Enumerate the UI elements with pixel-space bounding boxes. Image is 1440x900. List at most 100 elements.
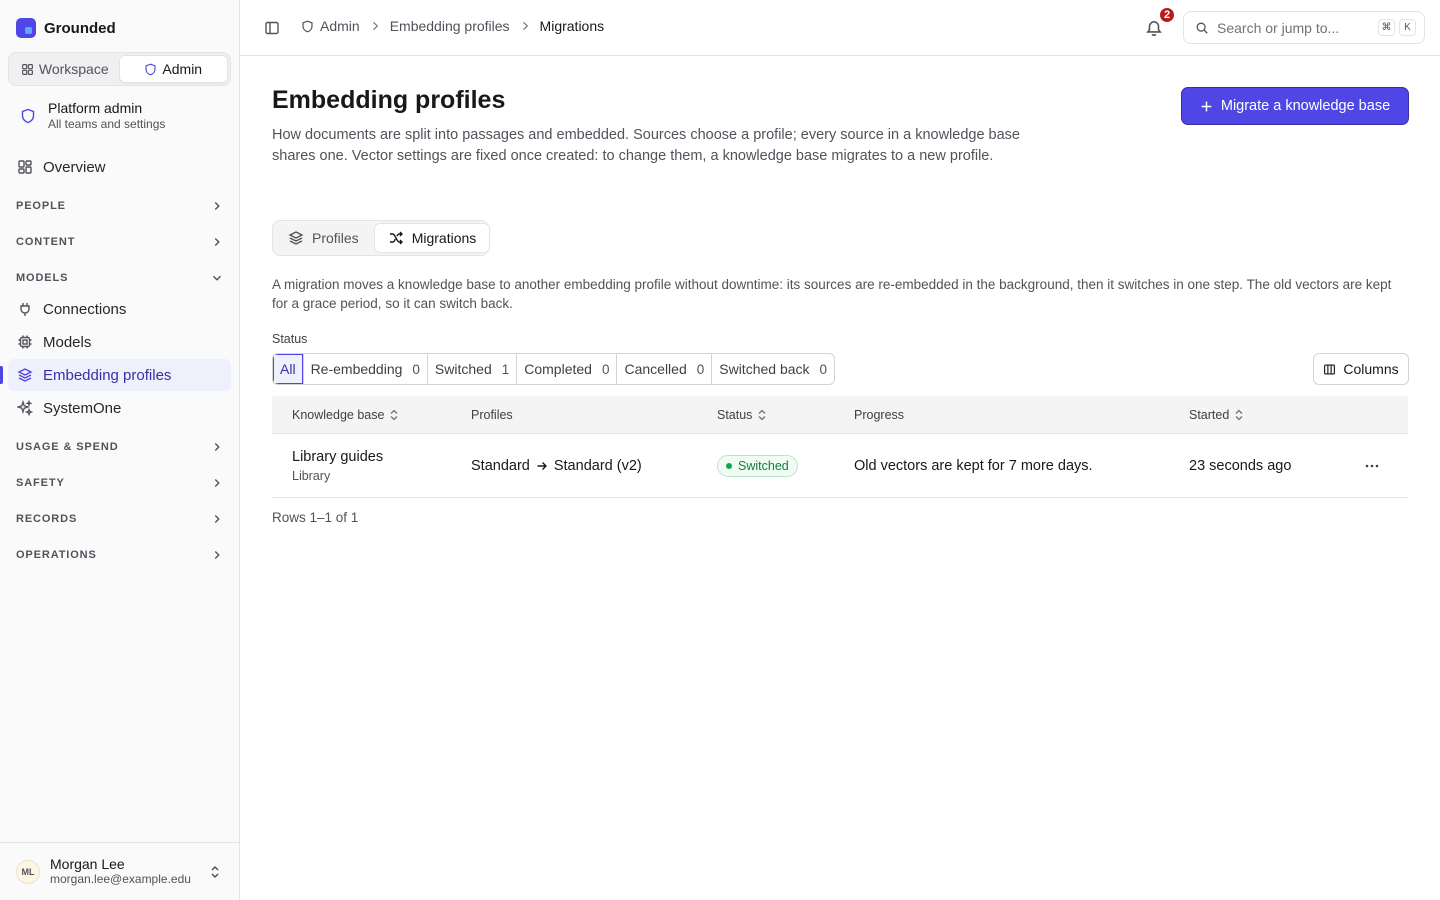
sort-icon bbox=[758, 409, 766, 421]
breadcrumb: Admin Embedding profiles Migrations bbox=[301, 18, 604, 34]
filter-count: 1 bbox=[501, 361, 510, 377]
cell-progress: Old vectors are kept for 7 more days. bbox=[854, 458, 1093, 474]
page-title: Embedding profiles bbox=[272, 86, 506, 114]
column-profiles: Profiles bbox=[471, 396, 513, 434]
chevron-right-icon bbox=[214, 238, 220, 246]
shield-icon bbox=[21, 108, 35, 124]
breadcrumb-current: Migrations bbox=[539, 18, 605, 34]
chevron-right-icon bbox=[522, 21, 528, 31]
migrations-intro: A migration moves a knowledge base to an… bbox=[272, 277, 1392, 311]
sidebar-item-connections[interactable]: Connections bbox=[8, 293, 231, 325]
shield-icon bbox=[145, 63, 156, 75]
sidebar-toggle-icon[interactable] bbox=[264, 20, 280, 36]
column-knowledge-base[interactable]: Knowledge base bbox=[292, 396, 399, 434]
filter-label: Switched back bbox=[719, 361, 810, 377]
filter-count: 0 bbox=[819, 361, 828, 377]
rows-count: Rows 1–1 of 1 bbox=[272, 510, 359, 525]
section-label: RECORDS bbox=[16, 513, 78, 525]
mode-workspace-button[interactable]: Workspace bbox=[11, 55, 119, 83]
chevron-right-icon bbox=[214, 479, 220, 487]
status-badge: Switched bbox=[717, 455, 798, 477]
column-progress: Progress bbox=[854, 396, 904, 434]
sidebar-item-label: SystemOne bbox=[43, 399, 122, 417]
mode-workspace-label: Workspace bbox=[38, 61, 109, 77]
filter-cancelled[interactable]: Cancelled 0 bbox=[616, 354, 711, 384]
filter-re-embedding[interactable]: Re-embedding 0 bbox=[302, 354, 427, 384]
sidebar-item-embedding-profiles[interactable]: Embedding profiles bbox=[8, 359, 231, 391]
search-placeholder: Search or jump to... bbox=[1217, 19, 1340, 36]
column-started[interactable]: Started bbox=[1189, 396, 1244, 434]
filter-completed[interactable]: Completed 0 bbox=[516, 354, 616, 384]
user-email: morgan.lee@example.edu bbox=[50, 872, 191, 886]
table-header: Knowledge base Profiles Status Progress … bbox=[272, 396, 1408, 434]
section-models[interactable]: MODELS bbox=[16, 268, 224, 288]
sidebar-item-overview[interactable]: Overview bbox=[8, 151, 231, 183]
chevron-right-icon bbox=[214, 443, 220, 451]
filter-label: Re-embedding bbox=[310, 361, 403, 377]
search-input[interactable]: Search or jump to... ⌘ K bbox=[1183, 11, 1425, 44]
row-actions-button[interactable] bbox=[1362, 456, 1382, 476]
columns-button[interactable]: Columns bbox=[1313, 353, 1409, 385]
breadcrumb-label: Admin bbox=[320, 18, 360, 34]
sort-icon bbox=[390, 409, 398, 421]
breadcrumb-admin[interactable]: Admin bbox=[301, 18, 360, 34]
knowledge-base-team: Library bbox=[292, 468, 331, 483]
user-menu[interactable]: ML Morgan Lee morgan.lee@example.edu bbox=[0, 842, 239, 900]
mode-admin-button[interactable]: Admin bbox=[118, 55, 228, 83]
section-label: SAFETY bbox=[16, 477, 65, 489]
migrate-knowledge-base-button[interactable]: Migrate a knowledge base bbox=[1181, 87, 1409, 125]
sort-icon bbox=[1235, 409, 1243, 421]
page-description: How documents are split into passages an… bbox=[272, 127, 1020, 164]
knowledge-base-name[interactable]: Library guides bbox=[292, 448, 383, 466]
user-name: Morgan Lee bbox=[50, 856, 125, 872]
filter-count: 0 bbox=[696, 361, 705, 377]
sidebar-item-models[interactable]: Models bbox=[8, 326, 231, 358]
chevron-down-icon bbox=[213, 275, 221, 281]
status-label: Switched bbox=[738, 459, 789, 473]
tab-label: Migrations bbox=[411, 230, 477, 246]
column-label: Knowledge base bbox=[292, 408, 385, 422]
breadcrumb-embedding-profiles[interactable]: Embedding profiles bbox=[390, 18, 510, 34]
kbd-k: K bbox=[1399, 19, 1416, 36]
filter-switched[interactable]: Switched 1 bbox=[426, 354, 516, 384]
column-status[interactable]: Status bbox=[717, 396, 767, 434]
status-filter-label: Status bbox=[272, 332, 308, 346]
tab-profiles[interactable]: Profiles bbox=[275, 223, 372, 253]
kbd-command: ⌘ bbox=[1378, 19, 1395, 36]
column-label: Started bbox=[1189, 408, 1230, 422]
filter-count: 0 bbox=[601, 361, 610, 377]
sidebar-item-label: Overview bbox=[43, 158, 106, 176]
cell-profiles: Standard Standard (v2) bbox=[471, 434, 642, 498]
sidebar-item-systemone[interactable]: SystemOne bbox=[8, 392, 231, 424]
filter-label: Completed bbox=[524, 361, 592, 377]
notification-badge: 2 bbox=[1158, 6, 1176, 24]
brand-name: Grounded bbox=[44, 19, 116, 37]
tab-label: Profiles bbox=[312, 230, 359, 246]
section-label: OPERATIONS bbox=[16, 549, 97, 561]
filter-switched-back[interactable]: Switched back 0 bbox=[711, 354, 834, 384]
tab-migrations[interactable]: Migrations bbox=[373, 223, 491, 253]
filter-label: Cancelled bbox=[624, 361, 687, 377]
section-records[interactable]: RECORDS bbox=[16, 509, 224, 529]
search-icon bbox=[1196, 22, 1208, 34]
filter-all[interactable]: All bbox=[273, 354, 303, 384]
section-operations[interactable]: OPERATIONS bbox=[16, 545, 224, 565]
section-people[interactable]: PEOPLE bbox=[16, 196, 224, 216]
section-safety[interactable]: SAFETY bbox=[16, 473, 224, 493]
chevron-right-icon bbox=[214, 515, 220, 523]
chevron-right-icon bbox=[214, 202, 220, 210]
columns-icon bbox=[1324, 363, 1336, 375]
column-label: Status bbox=[717, 408, 753, 422]
mode-admin-label: Admin bbox=[162, 61, 203, 77]
layers-icon bbox=[17, 368, 33, 382]
chevron-right-icon bbox=[372, 21, 378, 31]
section-usage-spend[interactable]: USAGE & SPEND bbox=[16, 437, 224, 457]
section-content[interactable]: CONTENT bbox=[16, 232, 224, 252]
brand-logo bbox=[16, 18, 36, 38]
shuffle-icon bbox=[389, 231, 403, 245]
layers-icon bbox=[288, 231, 304, 245]
table-row[interactable]: Library guides Library Standard Standard… bbox=[272, 434, 1408, 498]
arrow-right-icon bbox=[537, 462, 547, 470]
scope-switcher[interactable]: Platform admin All teams and settings bbox=[8, 94, 231, 138]
brand[interactable]: Grounded bbox=[16, 18, 116, 38]
